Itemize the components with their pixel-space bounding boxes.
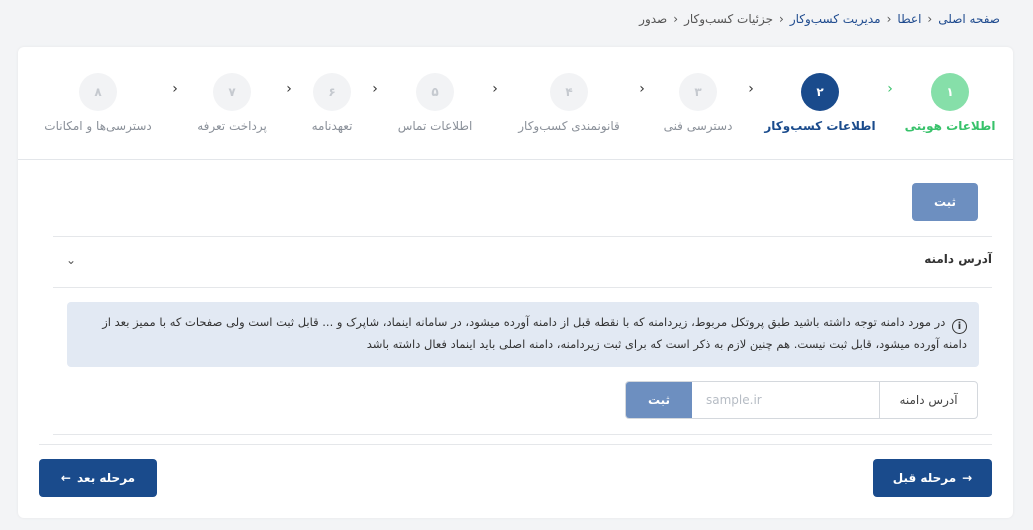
breadcrumb-home[interactable]: صفحه اصلی (938, 12, 1000, 26)
step-chevron-icon: ‹ (172, 81, 178, 97)
breadcrumb-business-details[interactable]: جزئیات کسب‌وکار (684, 12, 773, 26)
breadcrumb-separator-icon: ‹ (779, 12, 784, 26)
breadcrumb-separator-icon: ‹ (886, 12, 892, 26)
divider (39, 444, 992, 445)
step-number-badge: ۲ (801, 73, 839, 111)
step-number-badge: ۳ (679, 73, 717, 111)
next-step-label: مرحله بعد (76, 471, 136, 485)
domain-input-label: آدرس دامنه (879, 382, 977, 418)
step-label: اطلاعات هویتی (904, 119, 996, 133)
arrow-right-icon: → (962, 471, 973, 485)
step-number-badge: ۸ (79, 73, 117, 111)
step-business-info[interactable]: ۲ اطلاعات کسب‌وکار (760, 73, 880, 133)
divider (53, 287, 992, 288)
domain-input-group: آدرس دامنه ثبت (625, 381, 978, 419)
next-step-button[interactable]: مرحله بعد ← (39, 459, 157, 497)
domain-section-title[interactable]: آدرس دامنه (924, 252, 992, 266)
breadcrumb: صفحه اصلی ‹ اعطا ‹ مدیریت کسب‌وکار ‹ جزئ… (639, 10, 1000, 28)
step-chevron-icon: ‹ (887, 81, 893, 97)
step-chevron-icon: ‹ (639, 81, 645, 97)
step-fee-payment[interactable]: ۷ پرداخت تعرفه (172, 73, 292, 133)
breadcrumb-separator-icon: ‹ (927, 12, 933, 26)
step-technical-access[interactable]: ۳ دسترسی فنی (638, 73, 758, 133)
info-icon: i (952, 319, 967, 334)
step-identity-info[interactable]: ۱ اطلاعات هویتی (890, 73, 1010, 133)
divider (53, 434, 992, 435)
domain-input[interactable] (692, 382, 879, 418)
step-label: پرداخت تعرفه (197, 119, 267, 133)
step-label: دسترسی‌ها و امکانات (44, 119, 152, 133)
step-access-features[interactable]: ۸ دسترسی‌ها و امکانات (38, 73, 158, 133)
step-number-badge: ۶ (313, 73, 351, 111)
divider (53, 236, 992, 237)
step-number-badge: ۱ (931, 73, 969, 111)
step-label: اطلاعات کسب‌وکار (764, 119, 876, 133)
step-contact-info[interactable]: ۵ اطلاعات تماس (375, 73, 495, 133)
step-label: تعهدنامه (311, 119, 353, 133)
step-number-badge: ۴ (550, 73, 588, 111)
domain-info-alert: i در مورد دامنه توجه داشته باشید طبق پرو… (67, 302, 979, 367)
main-card: ۱ اطلاعات هویتی ‹ ۲ اطلاعات کسب‌وکار ‹ ۳… (18, 47, 1013, 518)
info-text: در مورد دامنه توجه داشته باشید طبق پروتک… (102, 315, 967, 351)
breadcrumb-issue: صدور (639, 12, 668, 26)
arrow-left-icon: ← (60, 471, 71, 485)
step-number-badge: ۵ (416, 73, 454, 111)
breadcrumb-business-management[interactable]: مدیریت کسب‌وکار (790, 12, 881, 26)
domain-submit-button[interactable]: ثبت (626, 382, 692, 418)
step-number-badge: ۷ (213, 73, 251, 111)
previous-step-button[interactable]: → مرحله قبل (873, 459, 992, 497)
chevron-down-icon[interactable]: ⌄ (66, 253, 76, 267)
breadcrumb-grant[interactable]: اعطا (897, 12, 921, 26)
stepper: ۱ اطلاعات هویتی ‹ ۲ اطلاعات کسب‌وکار ‹ ۳… (18, 47, 1013, 160)
submit-button[interactable]: ثبت (912, 183, 978, 221)
step-label: قانونمندی کسب‌وکار (518, 119, 620, 133)
step-label: دسترسی فنی (663, 119, 733, 133)
step-label: اطلاعات تماس (397, 119, 473, 133)
previous-step-label: مرحله قبل (892, 471, 957, 485)
breadcrumb-separator-icon: ‹ (673, 12, 679, 26)
step-business-legality[interactable]: ۴ قانونمندی کسب‌وکار (509, 73, 629, 133)
